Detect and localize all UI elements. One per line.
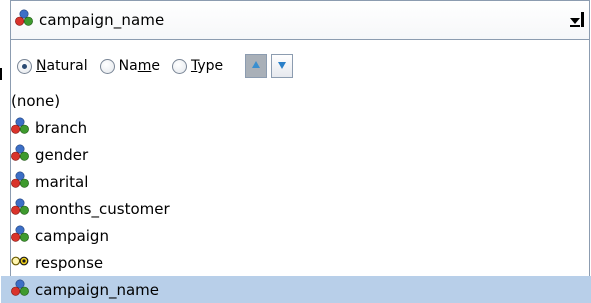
list-item-label: (none) bbox=[11, 91, 61, 110]
sort-type-radio[interactable] bbox=[171, 58, 187, 74]
list-item[interactable]: branch bbox=[1, 114, 591, 141]
set-field-icon bbox=[15, 9, 33, 31]
sort-ascending-icon bbox=[251, 58, 261, 74]
set-field-icon bbox=[11, 117, 29, 139]
sort-descending-icon bbox=[277, 58, 287, 74]
list-item-label: gender bbox=[35, 145, 89, 164]
list-item-label: response bbox=[35, 253, 104, 272]
sort-natural-option[interactable]: Natural bbox=[17, 58, 88, 74]
sort-type-option[interactable]: Type bbox=[171, 58, 224, 74]
list-item-none[interactable]: (none) bbox=[1, 87, 591, 114]
field-chooser: campaign_name Natural Name Type (none) b… bbox=[0, 0, 591, 303]
list-item[interactable]: campaign bbox=[1, 222, 591, 249]
sort-ascending-button[interactable] bbox=[245, 54, 268, 78]
flag-field-icon bbox=[11, 252, 29, 274]
list-item-label: campaign bbox=[35, 226, 109, 245]
list-item[interactable]: marital bbox=[1, 168, 591, 195]
list-item-label: months_customer bbox=[35, 199, 170, 218]
list-item-label: campaign_name bbox=[35, 280, 159, 299]
sort-options-bar: Natural Name Type bbox=[13, 46, 293, 86]
set-field-icon bbox=[11, 198, 29, 220]
field-combo-box[interactable]: campaign_name bbox=[10, 0, 590, 40]
list-item-label: marital bbox=[35, 172, 89, 191]
sort-name-option[interactable]: Name bbox=[99, 58, 160, 74]
set-field-icon bbox=[11, 225, 29, 247]
list-item-selected[interactable]: campaign_name bbox=[1, 276, 591, 303]
sort-name-label: Name bbox=[118, 58, 160, 74]
sort-natural-label: Natural bbox=[36, 58, 88, 74]
list-item[interactable]: gender bbox=[1, 141, 591, 168]
sort-descending-button[interactable] bbox=[271, 54, 293, 78]
list-item[interactable]: months_customer bbox=[1, 195, 591, 222]
field-list: (none) branch gender marital months_cust… bbox=[1, 87, 591, 303]
sort-name-radio[interactable] bbox=[99, 58, 115, 74]
combo-selected-label: campaign_name bbox=[39, 11, 165, 29]
list-item-label: branch bbox=[35, 118, 88, 137]
set-field-icon bbox=[11, 171, 29, 193]
dropdown-arrow-icon[interactable] bbox=[569, 9, 585, 31]
set-field-icon bbox=[11, 279, 29, 301]
edge-marker bbox=[0, 68, 2, 80]
set-field-icon bbox=[11, 144, 29, 166]
sort-natural-radio[interactable] bbox=[17, 58, 32, 74]
sort-type-label: Type bbox=[190, 58, 224, 74]
list-item[interactable]: response bbox=[1, 249, 591, 276]
field-list-popup: Natural Name Type (none) branch gender m… bbox=[1, 40, 591, 303]
